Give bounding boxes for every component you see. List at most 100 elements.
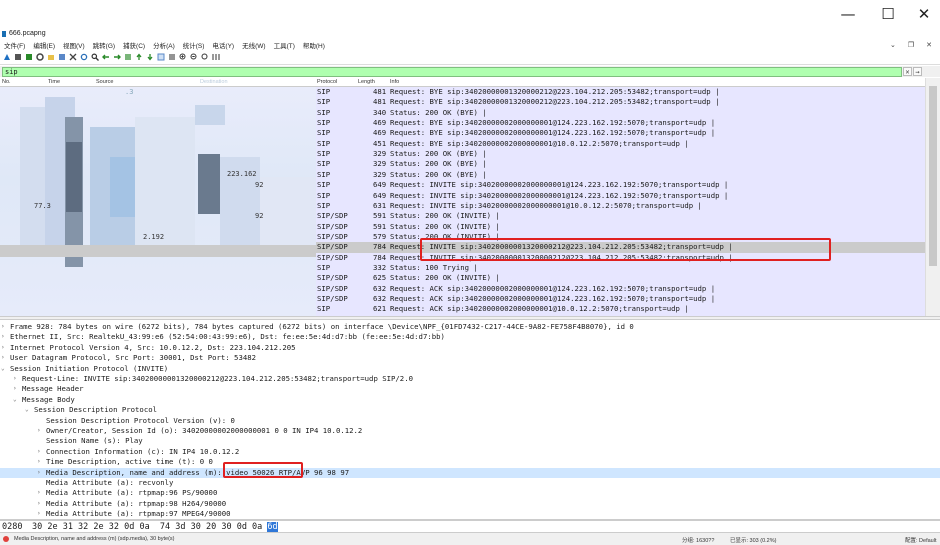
col-time[interactable]: Time xyxy=(48,79,60,85)
col-protocol[interactable]: Protocol xyxy=(317,79,337,85)
expand-arrow-icon[interactable]: › xyxy=(37,447,41,457)
col-no[interactable]: No. xyxy=(2,79,11,85)
detail-row[interactable]: › Time Description, active time (t): 0 0 xyxy=(0,457,940,467)
collapse-arrow-icon[interactable]: ⌄ xyxy=(1,364,5,374)
byte-hex[interactable]: 30 2e 31 32 2e 32 0d 0a 74 3d 30 20 30 0… xyxy=(32,522,267,532)
expand-arrow-icon[interactable]: › xyxy=(1,332,5,342)
detail-row[interactable]: ⌄ Session Initiation Protocol (INVITE) xyxy=(0,364,940,374)
zoom-out-icon[interactable] xyxy=(189,53,198,62)
detail-row[interactable]: › Media Description, name and address (m)… xyxy=(0,467,940,478)
options-icon[interactable] xyxy=(35,53,44,62)
detail-row[interactable]: › Request-Line: INVITE sip:34020000001320… xyxy=(0,374,940,384)
expand-arrow-icon[interactable]: › xyxy=(37,426,41,436)
expert-info-icon[interactable] xyxy=(3,536,9,542)
expand-arrow-icon[interactable]: › xyxy=(13,384,17,394)
expand-arrow-icon[interactable]: › xyxy=(37,457,41,467)
find-icon[interactable] xyxy=(90,53,99,62)
expand-arrow-icon[interactable]: › xyxy=(1,343,5,353)
save-icon[interactable] xyxy=(57,53,66,62)
scrollbar-thumb[interactable] xyxy=(929,86,937,266)
packet-protocol: SIP xyxy=(317,262,331,272)
detail-row[interactable]: › Ethernet II, Src: RealtekU_43:99:e6 (52… xyxy=(0,332,940,342)
menu-tools[interactable]: 工具(T) xyxy=(270,40,299,50)
packet-length: 340 xyxy=(373,107,387,117)
expand-arrow-icon[interactable]: › xyxy=(37,488,41,498)
status-profile[interactable]: 配置: Default xyxy=(905,536,936,544)
menu-view[interactable]: 视图(V) xyxy=(59,40,89,50)
packet-details-tree[interactable]: › Frame 928: 784 bytes on wire (6272 bits… xyxy=(0,320,940,519)
detail-row[interactable]: › Message Header xyxy=(0,384,940,394)
packet-length: 469 xyxy=(373,128,387,138)
packet-list-scrollbar[interactable] xyxy=(925,78,940,316)
expand-arrow-icon[interactable]: › xyxy=(1,322,5,332)
detail-row[interactable]: ⌄ Message Body xyxy=(0,395,940,405)
apply-filter-button[interactable]: → xyxy=(913,67,922,76)
detail-text: Media Description, name and address (m):… xyxy=(46,467,350,477)
packet-bytes-pane[interactable]: 0280 30 2e 31 32 2e 32 0d 0a 74 3d 30 20… xyxy=(0,521,940,532)
expand-arrow-icon[interactable]: › xyxy=(1,353,5,363)
detail-row[interactable]: Media Attribute (a): recvonly xyxy=(0,478,940,488)
first-icon[interactable] xyxy=(134,53,143,62)
detail-row[interactable]: ⌄ Session Description Protocol xyxy=(0,405,940,415)
col-destination[interactable]: Destination xyxy=(200,79,228,85)
detail-row[interactable]: › Frame 928: 784 bytes on wire (6272 bits… xyxy=(0,322,940,332)
col-length[interactable]: Length xyxy=(358,79,375,85)
goto-icon[interactable] xyxy=(123,53,132,62)
close-file-icon[interactable] xyxy=(68,53,77,62)
detail-row[interactable]: › Media Attribute (a): rtpmap:98 H264/900… xyxy=(0,499,940,509)
autoscroll-icon[interactable] xyxy=(156,53,165,62)
menu-wireless[interactable]: 无线(W) xyxy=(238,40,269,50)
packet-protocol: SIP xyxy=(317,118,331,128)
expand-arrow-icon[interactable]: › xyxy=(37,468,41,478)
collapse-arrow-icon[interactable]: ⌄ xyxy=(25,405,29,415)
restore-icon[interactable]: ❐ xyxy=(908,41,914,49)
shark-fin-icon[interactable] xyxy=(2,53,11,62)
expand-arrow-icon[interactable]: › xyxy=(37,499,41,509)
packet-protocol: SIP/SDP xyxy=(317,294,348,303)
display-filter-input[interactable]: sip xyxy=(2,66,902,77)
detail-row[interactable]: › Media Attribute (a): rtpmap:96 PS/90000 xyxy=(0,488,940,498)
detail-row[interactable]: › User Datagram Protocol, Src Port: 30001… xyxy=(0,353,940,363)
detail-row[interactable]: › Media Attribute (a): rtpmap:97 MPEG4/90… xyxy=(0,509,940,519)
close-window-button[interactable]: ✕ xyxy=(904,0,940,28)
reload-icon[interactable] xyxy=(79,53,88,62)
restart-icon[interactable] xyxy=(24,53,33,62)
resize-columns-icon[interactable] xyxy=(211,53,220,62)
menu-help[interactable]: 帮助(H) xyxy=(299,40,329,50)
zoom-reset-icon[interactable] xyxy=(200,53,209,62)
stop-icon[interactable] xyxy=(13,53,22,62)
byte-hex-selected[interactable]: 6d xyxy=(267,521,278,532)
col-info[interactable]: Info xyxy=(390,79,399,85)
detail-row[interactable]: › Owner/Creator, Session Id (o): 34020000… xyxy=(0,426,940,436)
back-icon[interactable] xyxy=(101,53,110,62)
close-doc-icon[interactable]: ✕ xyxy=(926,41,932,49)
colorize-icon[interactable] xyxy=(167,53,176,62)
detail-row[interactable]: › Internet Protocol Version 4, Src: 10.0.… xyxy=(0,343,940,353)
forward-icon[interactable] xyxy=(112,53,121,62)
menu-file[interactable]: 文件(F) xyxy=(0,40,29,50)
col-source[interactable]: Source xyxy=(96,79,113,85)
open-icon[interactable] xyxy=(46,53,55,62)
menu-telephony[interactable]: 电话(Y) xyxy=(208,40,238,50)
clear-filter-button[interactable]: ✕ xyxy=(903,67,912,76)
menu-statistics[interactable]: 统计(S) xyxy=(179,40,209,50)
packet-info: Status: 200 OK (BYE) | xyxy=(390,159,487,169)
collapse-icon[interactable]: ⌄ xyxy=(890,41,896,49)
detail-row[interactable]: Session Name (s): Play xyxy=(0,436,940,446)
expand-arrow-icon[interactable]: › xyxy=(13,374,17,384)
menu-edit[interactable]: 编辑(E) xyxy=(29,40,59,50)
menu-analyze[interactable]: 分析(A) xyxy=(149,40,179,50)
menu-go[interactable]: 跳转(G) xyxy=(89,40,119,50)
expand-arrow-icon[interactable]: › xyxy=(37,509,41,519)
zoom-in-icon[interactable] xyxy=(178,53,187,62)
last-icon[interactable] xyxy=(145,53,154,62)
detail-row[interactable]: Session Description Protocol Version (v)… xyxy=(0,416,940,426)
collapse-arrow-icon[interactable]: ⌄ xyxy=(13,395,17,405)
maximize-button[interactable]: ☐ xyxy=(868,0,908,28)
menu-capture[interactable]: 捕获(C) xyxy=(119,40,149,50)
highlight-box-invite xyxy=(420,238,831,261)
detail-text: Media Attribute (a): rtpmap:96 PS/90000 xyxy=(46,488,218,498)
minimize-button[interactable]: — xyxy=(828,0,868,28)
detail-row[interactable]: › Connection Information (c): IN IP4 10.0… xyxy=(0,447,940,457)
list-fragment: 92 xyxy=(255,212,264,220)
